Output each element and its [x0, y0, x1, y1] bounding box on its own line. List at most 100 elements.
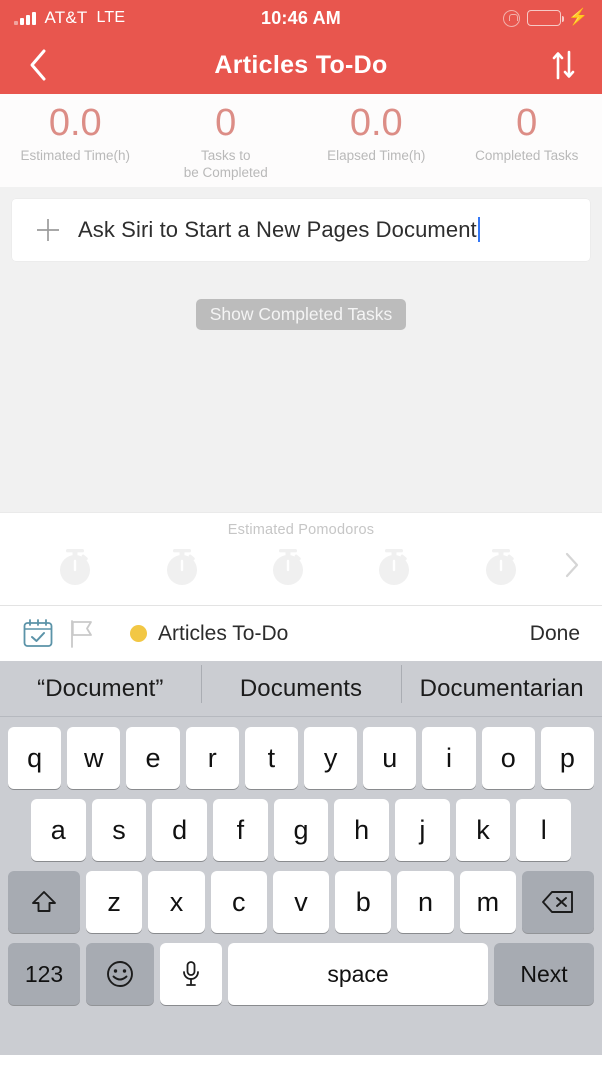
flag-icon	[71, 620, 92, 648]
key-q[interactable]: q	[7, 727, 62, 789]
keyboard-row-4: 123 space Next	[0, 943, 602, 1005]
task-list-area: Ask Siri to Start a New Pages Document S…	[0, 187, 602, 512]
key-z[interactable]: z	[86, 871, 143, 933]
key-g[interactable]: g	[273, 799, 329, 861]
microphone-icon	[183, 961, 199, 986]
done-button[interactable]: Done	[530, 622, 580, 646]
pomodoro-option-4[interactable]	[341, 542, 447, 588]
emoji-smiley-icon	[107, 961, 133, 987]
pomodoro-timer-icon	[60, 549, 91, 585]
app-screen: AT&T LTE 10:46 AM ⚡ Articles To-Do 0.0 E…	[0, 0, 602, 1072]
key-m[interactable]: m	[459, 871, 516, 933]
key-l[interactable]: l	[516, 799, 572, 861]
key-e[interactable]: e	[126, 727, 180, 789]
stat-label: Estimated Time(h)	[0, 148, 151, 165]
stat-label-line2: be Completed	[183, 164, 268, 180]
task-detail-toolbar: Articles To-Do Done	[0, 605, 602, 661]
numbers-key[interactable]: 123	[8, 943, 80, 1005]
key-w[interactable]: w	[67, 727, 121, 789]
stats-summary: 0.0 Estimated Time(h) 0 Tasks to be Comp…	[0, 94, 602, 187]
sort-button[interactable]	[542, 44, 584, 86]
show-completed-wrap: Show Completed Tasks	[0, 299, 602, 330]
keyboard-row-3: z x c v b n m	[0, 871, 602, 933]
software-keyboard: “Document” Documents Documentarian q w e…	[0, 661, 602, 1055]
stat-label: Tasks to be Completed	[151, 148, 302, 182]
navigation-bar: Articles To-Do	[0, 36, 602, 94]
status-bar: AT&T LTE 10:46 AM ⚡	[0, 0, 602, 36]
stat-value: 0	[215, 102, 237, 144]
backspace-icon	[542, 891, 573, 913]
stat-value: 0	[516, 102, 538, 144]
key-c[interactable]: c	[210, 871, 267, 933]
key-v[interactable]: v	[272, 871, 330, 933]
prediction-1[interactable]: “Document”	[0, 675, 201, 703]
pomodoro-option-3[interactable]	[235, 542, 341, 588]
key-f[interactable]: f	[213, 799, 268, 861]
key-y[interactable]: y	[304, 727, 358, 789]
key-x[interactable]: x	[148, 871, 205, 933]
list-name-label: Articles To-Do	[158, 621, 289, 645]
key-k[interactable]: k	[455, 799, 511, 861]
key-r[interactable]: r	[185, 727, 239, 789]
prediction-2[interactable]: Documents	[200, 664, 402, 703]
stat-label: Completed Tasks	[452, 148, 602, 165]
estimated-pomodoros-section: Estimated Pomodoros	[0, 512, 602, 605]
show-completed-tasks-button[interactable]: Show Completed Tasks	[195, 299, 407, 330]
key-o[interactable]: o	[481, 727, 535, 789]
page-title: Articles To-Do	[214, 50, 388, 79]
stat-elapsed-time: 0.0 Elapsed Time(h)	[301, 102, 452, 165]
stat-value: 0.0	[48, 102, 102, 144]
pomodoros-next-button[interactable]	[554, 551, 580, 579]
stat-estimated-time: 0.0 Estimated Time(h)	[0, 102, 151, 165]
predictive-text-bar: “Document” Documents Documentarian	[0, 661, 602, 717]
plus-icon	[37, 219, 59, 241]
list-color-dot	[130, 625, 147, 642]
key-n[interactable]: n	[397, 871, 454, 933]
key-h[interactable]: h	[334, 799, 390, 861]
pomodoros-title: Estimated Pomodoros	[227, 522, 375, 538]
pomodoro-option-5[interactable]	[448, 542, 554, 588]
chevron-right-icon	[565, 552, 579, 578]
stat-label-line1: Elapsed Time(h)	[327, 147, 426, 163]
return-key[interactable]: Next	[494, 943, 594, 1005]
task-input-row[interactable]: Ask Siri to Start a New Pages Document	[12, 199, 590, 261]
stat-label-line1: Tasks to	[200, 147, 251, 163]
list-selector[interactable]: Articles To-Do	[130, 622, 288, 646]
lightning-bolt-icon: ⚡	[568, 9, 588, 26]
key-j[interactable]: j	[395, 799, 450, 861]
pomodoro-option-2[interactable]	[128, 542, 234, 588]
stat-label-line1: Estimated Time(h)	[20, 147, 131, 163]
emoji-key[interactable]	[86, 943, 154, 1005]
pomodoro-option-1[interactable]	[22, 542, 128, 588]
shift-key[interactable]	[8, 871, 81, 933]
key-d[interactable]: d	[152, 799, 207, 861]
stat-label-line1: Completed Tasks	[475, 147, 579, 163]
pomodoro-timer-icon	[379, 549, 410, 585]
pomodoro-timer-icon	[273, 549, 304, 585]
key-s[interactable]: s	[91, 799, 147, 861]
stat-label: Elapsed Time(h)	[301, 148, 452, 165]
priority-flag-button[interactable]	[68, 618, 114, 649]
dictation-key[interactable]	[160, 943, 222, 1005]
sort-arrows-icon	[552, 50, 575, 80]
space-key[interactable]: space	[228, 943, 488, 1005]
text-cursor	[477, 217, 480, 242]
due-date-button[interactable]	[22, 618, 68, 649]
pomodoro-timer-icon	[166, 549, 197, 585]
prediction-3[interactable]: Documentarian	[401, 664, 602, 703]
stat-tasks-to-be-completed: 0 Tasks to be Completed	[151, 102, 302, 181]
key-p[interactable]: p	[540, 727, 595, 789]
calendar-check-icon	[23, 619, 53, 647]
backspace-key[interactable]	[521, 871, 594, 933]
keyboard-row-1: q w e r t y u i o p	[0, 727, 602, 789]
rotation-lock-icon	[503, 9, 521, 27]
task-title-input[interactable]: Ask Siri to Start a New Pages Document	[78, 217, 480, 243]
pomodoro-timer-icon	[485, 549, 516, 585]
key-b[interactable]: b	[335, 871, 392, 933]
key-t[interactable]: t	[244, 727, 298, 789]
key-u[interactable]: u	[363, 727, 417, 789]
key-a[interactable]: a	[30, 799, 86, 861]
keyboard-row-2: a s d f g h j k l	[0, 799, 602, 861]
stat-completed-tasks: 0 Completed Tasks	[452, 102, 602, 165]
key-i[interactable]: i	[422, 727, 476, 789]
